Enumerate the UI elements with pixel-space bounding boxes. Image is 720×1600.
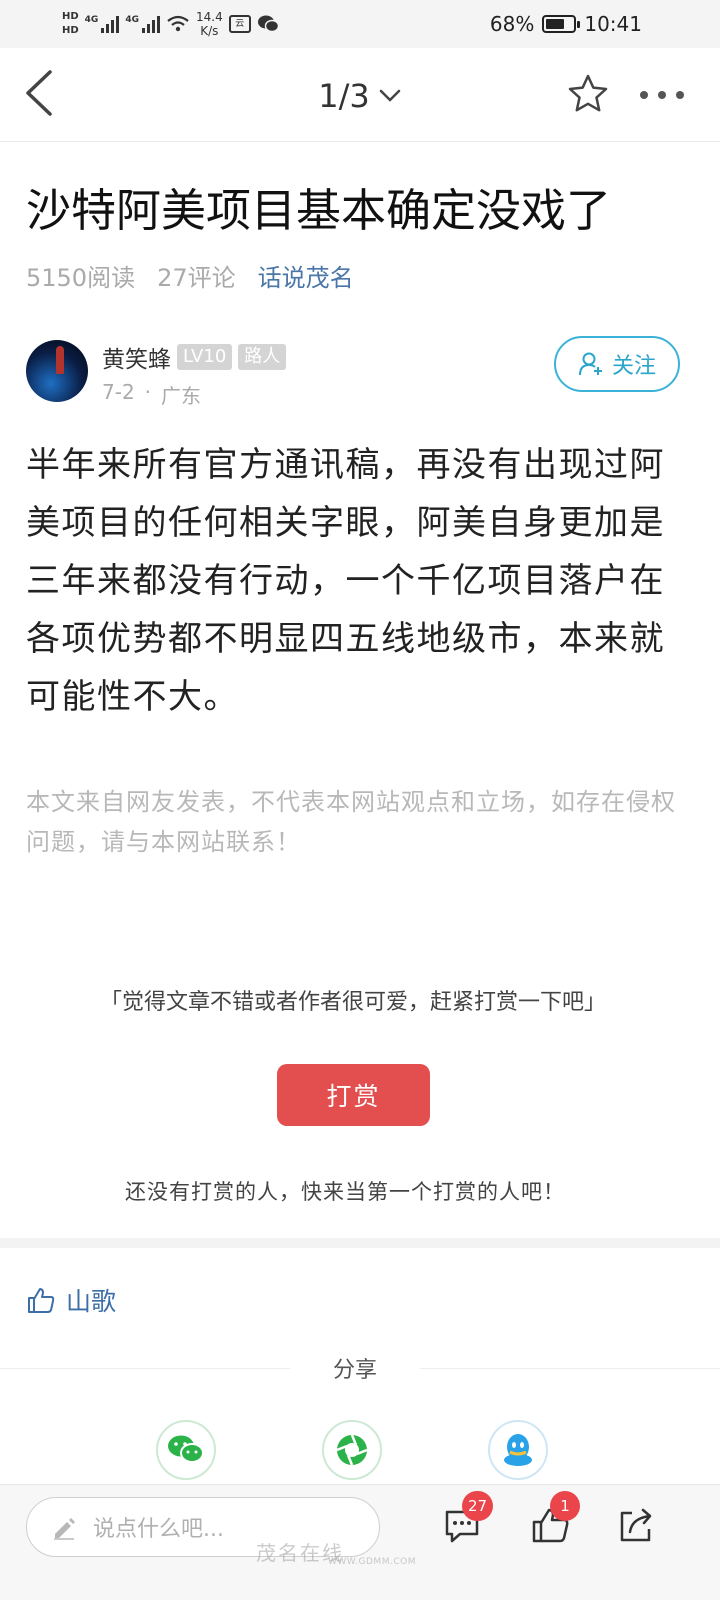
rank-badge: 路人 [238,344,287,370]
chevron-left-icon [26,70,52,116]
comment-count: 27评论 [157,264,236,292]
network-speed: 14.4 K/s [195,10,223,38]
chevron-down-icon [379,89,400,102]
moments-icon [336,1434,368,1466]
dot-icon [676,91,684,99]
read-count: 5150阅读 [26,264,136,292]
liked-by-user[interactable]: 山歌 [66,1282,116,1318]
follow-label: 关注 [611,354,656,379]
wifi-icon [167,15,189,32]
share-label: 分享 [332,1358,377,1383]
bottom-action-bar: 说点什么吧... 27 1 茂名在线 WWW.GDMM.COM [0,1484,720,1600]
watermark-logo: 茂名在线 WWW.GDMM.COM [256,1537,466,1577]
page-indicator-label: 1/3 [318,77,370,115]
reward-empty-text: 还没有打赏的人，快来当第一个打赏的人吧！ [125,1180,565,1204]
reward-button[interactable]: 打赏 [277,1064,430,1126]
status-right: 68% 10:41 [490,10,642,38]
add-user-icon [578,352,602,376]
liked-by-row: 山歌 [26,1282,116,1318]
post-location: 广东 [161,384,202,408]
pencil-icon [54,1518,75,1540]
topic-link[interactable]: 话说茂名 [258,258,354,293]
comment-placeholder: 说点什么吧... [93,1517,224,1542]
page-indicator-dropdown[interactable]: 1/3 [300,74,420,118]
watermark-url: WWW.GDMM.COM [328,1557,416,1567]
level-badge: LV10 [177,344,233,370]
wechat-icon [168,1435,204,1463]
share-button[interactable] [610,1499,662,1551]
post-date-location: 7-2 · 广东 [102,380,201,409]
favorite-button[interactable] [566,72,610,116]
share-header: 分享 [0,1348,720,1388]
disclaimer: 本文来自网友发表，不代表本网站观点和立场，如存在侵权问题，请与本网站联系！ [26,788,676,856]
reward-prompt: 「觉得文章不错或者作者很可爱，赶紧打赏一下吧」 [99,990,606,1015]
clock: 10:41 [584,12,642,36]
chat-app-icon [257,15,279,33]
back-button[interactable] [20,68,70,122]
like-button[interactable]: 1 [524,1491,580,1551]
signal-icon: 4G [85,15,120,33]
divider-line [0,1368,290,1369]
thumbs-up-icon [28,1288,55,1313]
like-count-badge: 1 [550,1491,580,1521]
battery-icon [542,15,581,33]
share-moments-button[interactable] [322,1420,382,1480]
author-name[interactable]: 黄笑蜂 [102,340,171,374]
battery-percent: 68% [489,12,535,36]
section-divider [0,1238,720,1248]
nav-bar: 1/3 [0,48,720,142]
more-options-button[interactable] [636,82,688,108]
hd-icon: HD HD [62,11,79,36]
divider-line [420,1368,720,1369]
post-date: 7-2 [102,380,135,404]
post-meta: 5150阅读 27评论 话说茂名 [26,258,354,293]
dot-icon [658,91,666,99]
post-title: 沙特阿美项目基本确定没戏了 [26,184,612,237]
cloud-app-icon: 云 [228,15,251,33]
author-name-row: 黄笑蜂 LV10 路人 [102,340,287,374]
qq-icon [504,1434,532,1466]
status-bar: HD HD 4G 4G 14.4 K/s 云 68% 10:41 [0,0,720,48]
avatar[interactable] [26,340,88,402]
follow-button[interactable]: 关注 [554,336,680,392]
dot-icon [640,91,648,99]
separator-dot: · [144,380,152,404]
signal-icon-2: 4G [125,15,160,33]
post-body: 半年来所有官方通讯稿，再没有出现过阿美项目的任何相关字眼，阿美自身更加是三年来都… [26,445,665,717]
status-left-icons: HD HD 4G 4G 14.4 K/s 云 [62,6,279,42]
share-icon [620,1508,652,1542]
share-qq-button[interactable] [488,1420,548,1480]
star-icon [568,74,608,112]
comment-count-badge: 27 [462,1491,494,1521]
share-wechat-button[interactable] [156,1420,216,1480]
